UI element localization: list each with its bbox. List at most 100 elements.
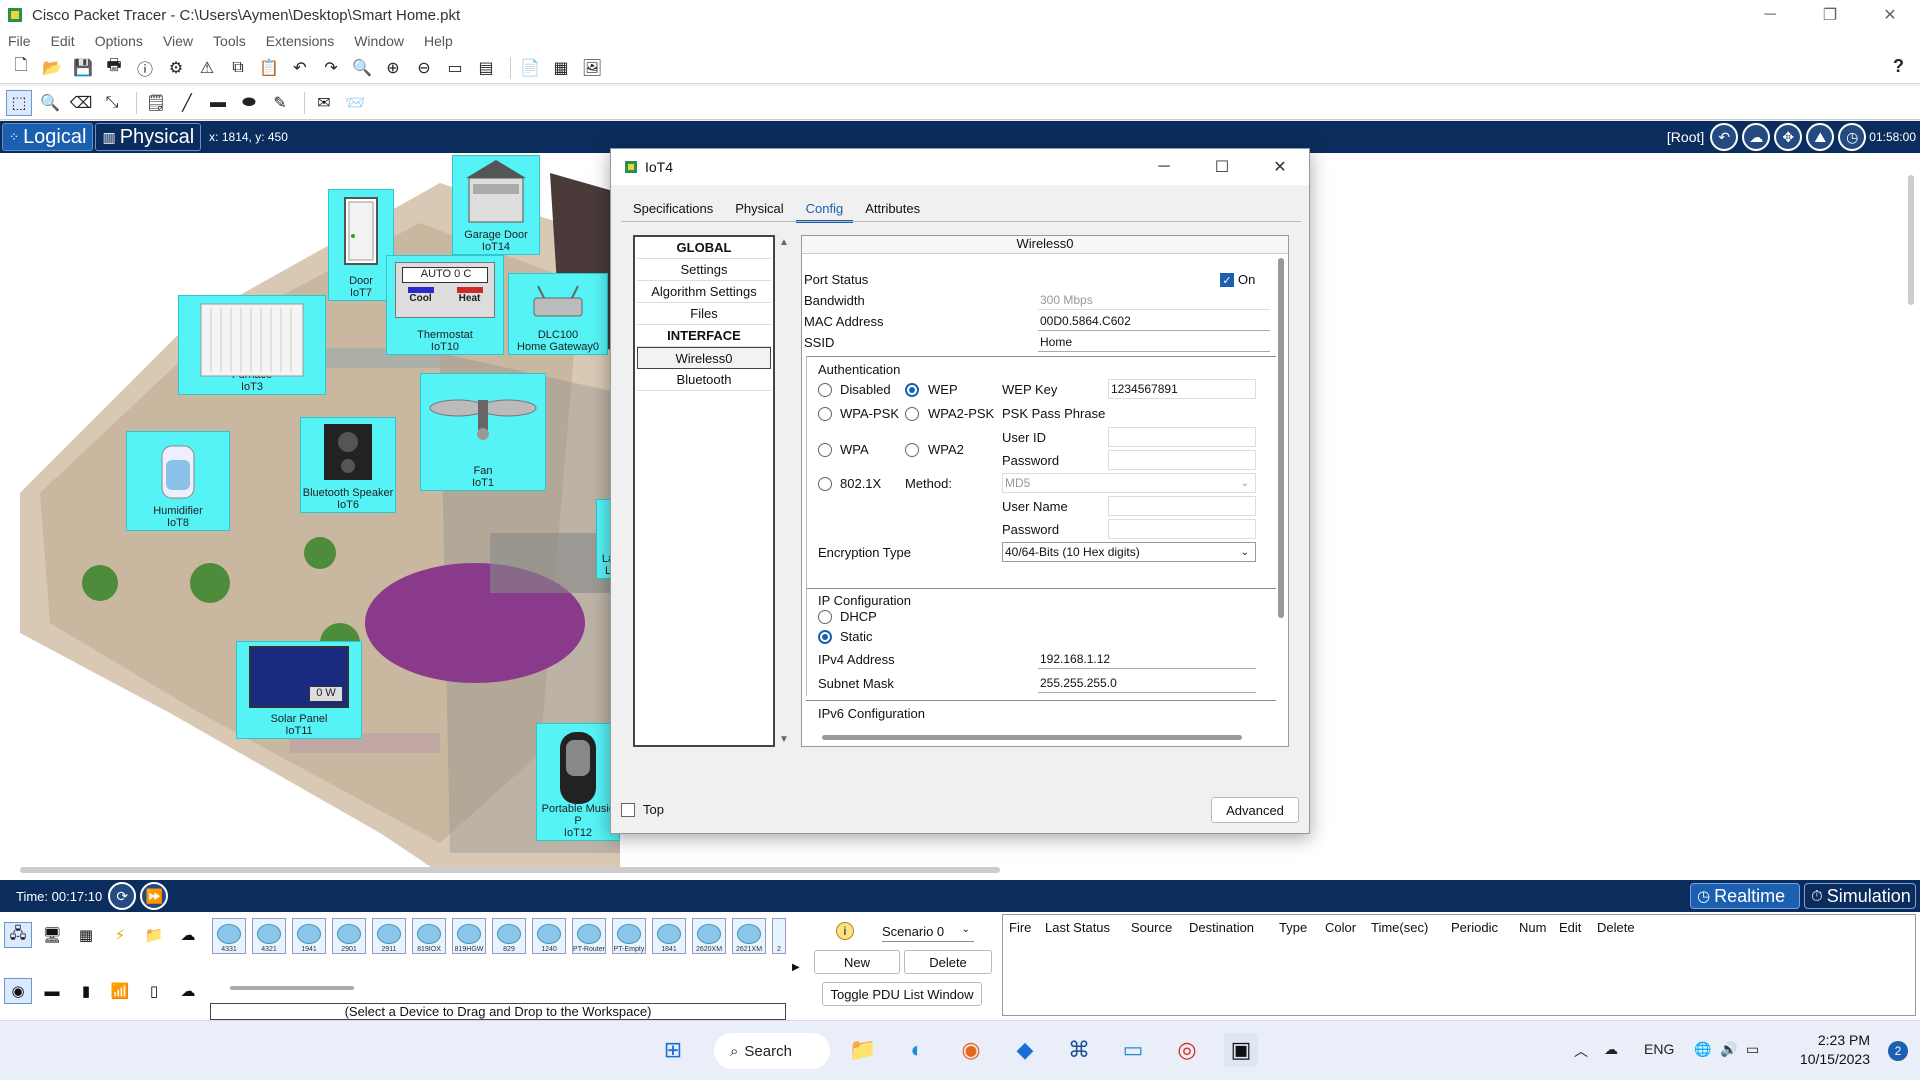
logical-tab[interactable]: ⁘ Logical: [2, 123, 94, 151]
hubs-icon[interactable]: ▮: [72, 978, 100, 1004]
device-thermostat[interactable]: AUTO 0 C Cool Heat Thermostat IoT10: [386, 255, 504, 355]
zoom-out-icon[interactable]: ⊖: [411, 55, 437, 81]
device-tile-4321[interactable]: 4321: [252, 918, 286, 954]
complex-pdu-icon[interactable]: 📨: [342, 90, 368, 116]
battery-icon[interactable]: ▭: [1746, 1041, 1759, 1058]
open-folder-icon[interactable]: 📂: [39, 55, 65, 81]
nav-wireless0[interactable]: Wireless0: [637, 347, 771, 369]
line-icon[interactable]: ╱: [174, 90, 200, 116]
connections-icon[interactable]: ⚡: [106, 922, 134, 948]
power-cycle-icon[interactable]: ⟳: [108, 882, 137, 910]
redo-icon[interactable]: ↷: [318, 55, 344, 81]
device-list-scrollbar[interactable]: [230, 986, 354, 990]
device-tile-2620xm[interactable]: 2620XM: [692, 918, 726, 954]
device-portable-music-player[interactable]: Portable Music P IoT12: [536, 723, 620, 841]
copy-icon[interactable]: ⧉: [225, 55, 251, 81]
close-icon[interactable]: ✕: [1860, 0, 1920, 30]
device-door[interactable]: Door IoT7: [328, 189, 394, 301]
restore-icon[interactable]: ❐: [1800, 0, 1860, 30]
file-explorer-icon[interactable]: 📁: [846, 1033, 880, 1067]
auth-8021x-radio[interactable]: [818, 477, 832, 491]
firefox-icon[interactable]: ◉: [954, 1033, 988, 1067]
router-icon[interactable]: ▦: [548, 55, 574, 81]
info-icon[interactable]: ⓘ: [132, 55, 158, 81]
taskbar-clock[interactable]: 2:23 PM 10/15/2023: [1800, 1031, 1870, 1069]
device-tile-pt-router[interactable]: PT-Router: [572, 918, 606, 954]
nav-bluetooth[interactable]: Bluetooth: [637, 369, 771, 391]
auth-wpa2-radio[interactable]: [905, 443, 919, 457]
zoom-in-icon[interactable]: 🔍: [349, 55, 375, 81]
end-devices-icon[interactable]: 🖥: [38, 922, 66, 948]
background-icon[interactable]: ⛰: [1806, 123, 1835, 151]
rectangle-icon[interactable]: ▬: [205, 90, 231, 116]
select-tool-icon[interactable]: ⬚: [6, 89, 32, 116]
device-tile-2621xm[interactable]: 2621XM: [732, 918, 766, 954]
packet-tracer-taskbar-icon[interactable]: ▣: [1224, 1033, 1258, 1067]
simple-pdu-icon[interactable]: ✉: [311, 90, 337, 116]
help-icon[interactable]: ?: [1893, 56, 1904, 77]
wireless-devices-icon[interactable]: 📶: [106, 978, 134, 1004]
delete-icon[interactable]: ⌫: [68, 90, 94, 116]
cloud-icon[interactable]: ☁: [1742, 123, 1771, 151]
nav-algorithm-settings[interactable]: Algorithm Settings: [637, 281, 771, 303]
auth-disabled-radio[interactable]: [818, 383, 832, 397]
windows-start-icon[interactable]: ⊞: [656, 1033, 690, 1067]
nav-scrollbar[interactable]: ▲ ▼: [777, 235, 793, 747]
realtime-button[interactable]: ◷ Realtime: [1690, 883, 1800, 909]
tab-config[interactable]: Config: [795, 197, 854, 223]
multiuser-icon[interactable]: ☁: [174, 922, 202, 948]
device-furnace[interactable]: Furnace IoT3: [178, 295, 326, 395]
physical-tab[interactable]: ▥ Physical: [95, 123, 202, 151]
device-solar-panel[interactable]: 0 W Solar Panel IoT11: [236, 641, 362, 739]
tab-attributes[interactable]: Attributes: [855, 197, 930, 223]
device-tile-pt-empty[interactable]: PT-Empty: [612, 918, 646, 954]
top-checkbox[interactable]: [621, 803, 635, 817]
taskbar-search[interactable]: ⌕ Search: [714, 1033, 830, 1069]
device-home-gateway[interactable]: DLC100 Home Gateway0: [508, 273, 608, 355]
menu-view[interactable]: View: [163, 33, 193, 49]
resize-icon[interactable]: ⤡: [99, 90, 125, 116]
security-icon[interactable]: ▯: [140, 978, 168, 1004]
network-devices-icon[interactable]: 🖧: [4, 922, 32, 948]
device-tile-819iox[interactable]: 819IOX: [412, 918, 446, 954]
auth-wpa-psk-radio[interactable]: [818, 407, 832, 421]
tab-specifications[interactable]: Specifications: [623, 197, 723, 223]
move-icon[interactable]: ✥: [1774, 123, 1803, 151]
components-icon[interactable]: ▦: [72, 922, 100, 948]
save-icon[interactable]: 💾: [70, 55, 96, 81]
port-status-checkbox[interactable]: ✓: [1220, 273, 1234, 287]
device-fan[interactable]: Fan IoT1: [420, 373, 546, 491]
simulation-button[interactable]: ⏱ Simulation: [1804, 883, 1916, 909]
new-scenario-button[interactable]: New: [814, 950, 900, 974]
device-garage-door[interactable]: Garage Door IoT14: [452, 155, 540, 255]
menu-edit[interactable]: Edit: [51, 33, 75, 49]
switches-icon[interactable]: ▬: [38, 978, 66, 1004]
device-tile-1240[interactable]: 1240: [532, 918, 566, 954]
print-icon[interactable]: 🖶: [101, 55, 127, 81]
remote-desktop-icon[interactable]: ▭: [1116, 1033, 1150, 1067]
nav-settings[interactable]: Settings: [637, 259, 771, 281]
ipv4-address-field[interactable]: 192.168.1.12: [1038, 649, 1256, 669]
encryption-type-select[interactable]: 40/64-Bits (10 Hex digits) ⌄: [1002, 542, 1256, 562]
dialog-minimize-icon[interactable]: ─: [1135, 149, 1193, 185]
network-icon[interactable]: 🌐: [1694, 1041, 1711, 1058]
routers-icon[interactable]: ◉: [4, 978, 32, 1004]
menu-help[interactable]: Help: [424, 33, 453, 49]
edge-icon[interactable]: ◐: [900, 1033, 934, 1067]
device-tile-2911[interactable]: 2911: [372, 918, 406, 954]
toggle-pdu-list-button[interactable]: Toggle PDU List Window: [822, 982, 982, 1006]
ellipse-icon[interactable]: ⬬: [236, 90, 262, 116]
volume-icon[interactable]: 🔊: [1720, 1041, 1737, 1058]
screenshot-icon[interactable]: 🖼: [579, 55, 605, 81]
scroll-up-icon[interactable]: ▲: [779, 237, 789, 248]
freeform-icon[interactable]: ✎: [267, 90, 293, 116]
ssid-field[interactable]: Home: [1038, 332, 1270, 352]
mac-address-field[interactable]: 00D0.5864.C602: [1038, 311, 1270, 331]
wpm-icon[interactable]: ◎: [1170, 1033, 1204, 1067]
subnet-mask-field[interactable]: 255.255.255.0: [1038, 673, 1256, 693]
ip-static-radio[interactable]: [818, 630, 832, 644]
auth-wpa2-psk-radio[interactable]: [905, 407, 919, 421]
root-label[interactable]: [Root]: [1667, 129, 1704, 145]
zoom-reset-icon[interactable]: ⊕: [380, 55, 406, 81]
language-indicator[interactable]: ENG: [1644, 1041, 1674, 1057]
